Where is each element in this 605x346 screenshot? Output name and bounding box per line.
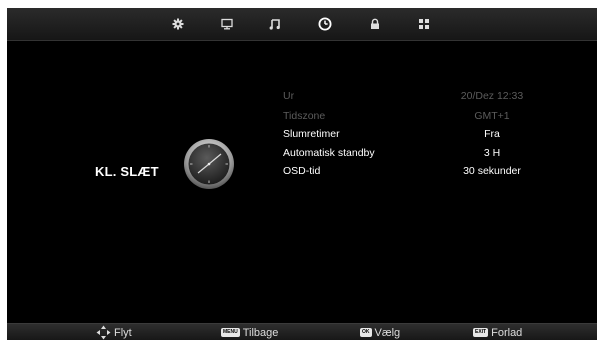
exit-key-icon: EXIT — [473, 328, 489, 337]
setting-label: Tidszone — [283, 110, 326, 122]
hint-select: OK Vælg — [360, 324, 400, 340]
hint-move: Flyt — [96, 324, 132, 340]
setting-label: OSD-tid — [283, 165, 321, 177]
setting-row-timezone: Tidszone GMT+1 — [7, 110, 597, 128]
hint-exit-label: Forlad — [491, 326, 523, 339]
setting-row-clock: Ur 20/Dez 12:33 — [7, 90, 597, 108]
menu-key-icon: MENU — [221, 328, 240, 337]
tv-menu-screen: KL. SLÆT Ur 20/Dez 12:33 Tidszone GMT+1 … — [7, 8, 597, 340]
setting-row-sleep-timer[interactable]: Slumretimer Fra — [7, 128, 597, 146]
monitor-icon — [221, 18, 233, 30]
tab-sound[interactable] — [261, 8, 289, 40]
tab-time[interactable] — [311, 8, 339, 40]
dpad-icon — [96, 325, 111, 340]
bottom-hint-bar: Flyt MENU Tilbage OK Vælg EXIT Forlad — [7, 323, 597, 340]
setting-value: 20/Dez 12:33 — [460, 90, 524, 102]
setting-row-osd-time[interactable]: OSD-tid 30 sekunder — [7, 165, 597, 183]
grid-icon — [419, 19, 429, 29]
lock-icon — [371, 18, 379, 29]
top-menu-bar — [7, 8, 597, 41]
tab-display[interactable] — [213, 8, 241, 40]
tab-picture-settings[interactable] — [164, 8, 192, 40]
setting-label: Slumretimer — [283, 128, 340, 140]
hint-select-label: Vælg — [374, 326, 401, 339]
hint-back: MENU Tilbage — [221, 324, 278, 340]
tab-setup[interactable] — [410, 8, 438, 40]
setting-label: Automatisk standby — [283, 147, 375, 159]
clock-icon — [318, 17, 332, 31]
gear-icon — [172, 18, 184, 30]
setting-value[interactable]: 3 H — [427, 147, 557, 159]
setting-value: GMT+1 — [474, 110, 510, 122]
ok-key-icon: OK — [360, 328, 372, 337]
setting-value[interactable]: Fra — [427, 128, 557, 140]
hint-exit: EXIT Forlad — [473, 324, 522, 340]
hint-move-label: Flyt — [114, 326, 132, 339]
tab-lock[interactable] — [361, 8, 389, 40]
hint-back-label: Tilbage — [242, 326, 279, 339]
setting-value[interactable]: 30 sekunder — [427, 165, 557, 177]
setting-row-auto-standby[interactable]: Automatisk standby 3 H — [7, 147, 597, 165]
setting-label: Ur — [283, 90, 295, 102]
music-note-icon — [269, 19, 280, 30]
